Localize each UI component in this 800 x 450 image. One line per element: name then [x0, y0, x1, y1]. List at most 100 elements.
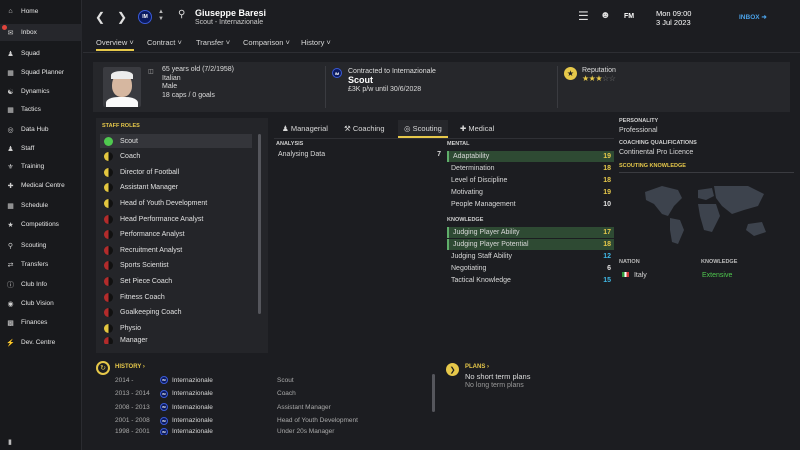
attribute-row[interactable]: Judging Staff Ability 12	[447, 251, 614, 262]
history-row[interactable]: 2001 - 2008 IM Internazionale Head of Youth…	[115, 415, 435, 427]
personality-value: Professional	[619, 127, 658, 134]
tab-contract[interactable]: Contract ˅	[147, 38, 182, 47]
sidebar-item-label: Tactics	[21, 106, 41, 113]
staff-role-row[interactable]: Fitness Coach	[100, 290, 252, 304]
australia-shape	[746, 222, 766, 236]
sidebar-item-squad-planner[interactable]: ▦ Squad Planner	[0, 64, 82, 81]
attribute-label: Judging Staff Ability	[451, 253, 512, 260]
club-crest-icon[interactable]: IM	[138, 10, 152, 24]
history-title-link[interactable]: HISTORY ›	[115, 364, 145, 370]
staff-role-row[interactable]: Set Piece Coach	[100, 274, 252, 288]
history-club: Internazionale	[172, 417, 213, 424]
staff-role-row[interactable]: Scout	[100, 134, 252, 148]
fm-logo[interactable]: FM	[624, 13, 634, 20]
menu-icon[interactable]: ☰	[578, 9, 589, 23]
club-crest-icon: IM	[160, 389, 168, 398]
attribute-row[interactable]: Motivating 19	[447, 187, 614, 198]
forward-arrow-icon[interactable]: ❯	[117, 10, 127, 24]
attribute-value: 19	[603, 189, 611, 196]
tab-history[interactable]: History ˅	[301, 38, 331, 47]
tab-medical[interactable]: ✚ Medical	[460, 124, 494, 133]
tab-overview[interactable]: Overview ˅	[96, 38, 134, 51]
sidebar-item-transfers[interactable]: ⇄ Transfers	[0, 256, 82, 273]
back-arrow-icon[interactable]: ❮	[95, 10, 105, 24]
staff-roles-scrollbar[interactable]	[258, 134, 261, 314]
club-switch-icon[interactable]: ▲ ▼	[158, 9, 164, 23]
sidebar-item-tactics[interactable]: ▦ Tactics	[0, 101, 82, 118]
sidebar-item-competitions[interactable]: ★ Competitions	[0, 216, 82, 233]
role-suitability-icon	[104, 292, 113, 302]
datahub-icon: ◎	[7, 126, 14, 134]
history-row[interactable]: 2013 - 2014 IM Internazionale Coach	[115, 388, 435, 400]
staff-role-row[interactable]: Goalkeeping Coach	[100, 306, 252, 320]
attribute-row[interactable]: Determination 18	[447, 163, 614, 174]
sidebar-item-data-hub[interactable]: ◎ Data Hub	[0, 121, 82, 138]
plans-title-link[interactable]: PLANS ›	[465, 364, 489, 370]
attribute-row[interactable]: Negotiating 6	[447, 263, 614, 274]
tab-transfer[interactable]: Transfer ˅	[196, 38, 230, 47]
history-row[interactable]: 2014 - IM Internazionale Scout	[115, 374, 435, 386]
attribute-row[interactable]: Level of Discipline 18	[447, 175, 614, 186]
tab-managerial[interactable]: ♟ Managerial	[282, 124, 328, 133]
attribute-row[interactable]: Judging Player Potential 18	[447, 239, 614, 250]
sidebar-item-scouting[interactable]: ⚲ Scouting	[0, 237, 82, 254]
manager-face-icon[interactable]: ☻	[600, 10, 611, 21]
attribute-row[interactable]: Judging Player Ability 17	[447, 227, 614, 238]
date-display[interactable]: Mon 09:00 3 Jul 2023	[656, 9, 691, 27]
tab-comparison[interactable]: Comparison ˅	[243, 38, 290, 47]
club-crest-icon: IM	[160, 403, 168, 411]
dynamics-icon: ☯	[7, 88, 14, 96]
sidebar-item-club-vision[interactable]: ◉ Club Vision	[0, 295, 82, 312]
sidebar-item-schedule[interactable]: ▦ Schedule	[0, 197, 82, 214]
staff-role-row[interactable]: Director of Football	[100, 165, 252, 179]
attribute-row[interactable]: Tactical Knowledge 15	[447, 275, 614, 286]
sidebar-item-finances[interactable]: ▩ Finances	[0, 314, 82, 331]
staff-role-row[interactable]: Manager	[100, 336, 252, 344]
staff-role-row[interactable]: Recruitment Analyst	[100, 243, 252, 257]
contract-club-crest-icon[interactable]: IM	[332, 68, 342, 78]
history-row[interactable]: 2008 - 2013 IM Internazionale Assistant Man…	[115, 401, 435, 413]
sidebar-item-training[interactable]: ⚜ Training	[0, 158, 82, 175]
scouting-knowledge-row[interactable]: Italy Extensive	[622, 272, 794, 279]
sidebar-collapse-icon[interactable]: ▮	[8, 438, 12, 446]
sidebar-item-squad[interactable]: ♟ Squad	[0, 45, 82, 62]
history-scrollbar[interactable]	[432, 374, 435, 412]
attribute-row[interactable]: People Management 10	[447, 199, 614, 210]
staff-role-label: Fitness Coach	[120, 293, 165, 301]
inbox-icon: ✉	[7, 29, 14, 37]
staff-role-row[interactable]: Head of Youth Development	[100, 196, 252, 210]
sidebar-item-home[interactable]: ⌂ Home	[0, 3, 82, 20]
analysis-label: Analysing Data	[278, 151, 326, 158]
analysis-row[interactable]: Analysing Data 7	[278, 151, 441, 158]
sidebar-item-dynamics[interactable]: ☯ Dynamics	[0, 83, 82, 100]
gender: Male	[162, 83, 178, 90]
staff-role-label: Manager	[120, 336, 148, 344]
sidebar-item-label: Inbox	[21, 29, 37, 36]
staff-role-row[interactable]: Assistant Manager	[100, 181, 252, 195]
staff-role-row[interactable]: Coach	[100, 150, 252, 164]
sidebar-item-dev-centre[interactable]: ⚡ Dev. Centre	[0, 334, 82, 351]
role-suitability-icon	[104, 245, 113, 255]
staff-role-row[interactable]: Physio	[100, 321, 252, 335]
inbox-label: INBOX	[739, 14, 760, 21]
attribute-row[interactable]: Adaptability 19	[447, 151, 614, 162]
tab-scouting[interactable]: ◎ Scouting	[398, 120, 448, 138]
tab-coaching[interactable]: ⚒ Coaching	[344, 124, 385, 133]
staff-role-row[interactable]: Head Performance Analyst	[100, 212, 252, 226]
reputation: Reputation ★★★☆☆	[582, 67, 616, 83]
sidebar-item-medical-centre[interactable]: ✚ Medical Centre	[0, 177, 82, 194]
tab-contract-label: Contract	[147, 38, 176, 47]
search-icon[interactable]: ⚲	[178, 9, 185, 20]
role-suitability-icon	[104, 323, 113, 333]
inbox-button[interactable]: INBOX ➜	[739, 13, 767, 21]
sidebar-item-label: Dynamics	[21, 88, 50, 95]
tab-coaching-label: Coaching	[352, 124, 385, 133]
sidebar-item-club-info[interactable]: ⓘ Club Info	[0, 276, 82, 293]
sidebar-item-label: Squad	[21, 50, 40, 57]
history-row[interactable]: 1998 - 2001 IM Internazionale Under 20s Man…	[115, 428, 435, 435]
sidebar-item-staff[interactable]: ♟ Staff	[0, 140, 82, 157]
staff-role-row[interactable]: Performance Analyst	[100, 228, 252, 242]
transfers-icon: ⇄	[7, 261, 14, 269]
staff-role-row[interactable]: Sports Scientist	[100, 259, 252, 273]
sidebar-item-inbox[interactable]: ✉ Inbox	[0, 24, 82, 41]
